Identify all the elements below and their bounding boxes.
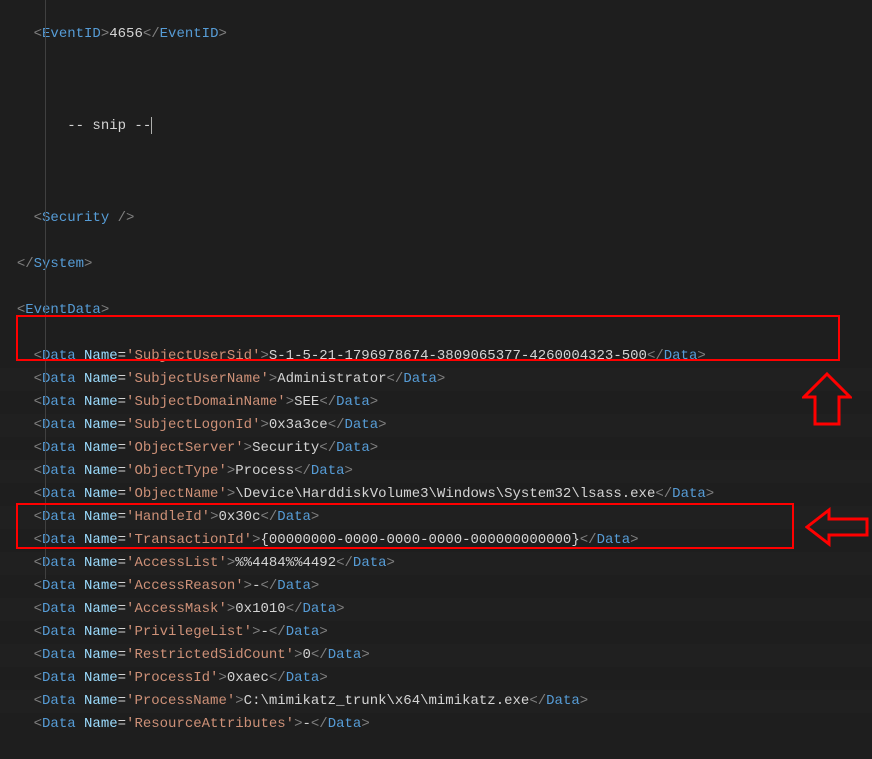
data-line-subjectlogonid: <Data Name='SubjectLogonId'>0x3a3ce</Dat… xyxy=(0,414,872,437)
line-security: <Security /> xyxy=(0,207,872,230)
line-blank2 xyxy=(0,161,872,184)
data-line-accesslist: <Data Name='AccessList'>%%4484%%4492</Da… xyxy=(0,552,872,575)
code-editor[interactable]: <EventID>4656</EventID> -- snip -- <Secu… xyxy=(0,0,872,759)
line-blank xyxy=(0,69,872,92)
data-line-resourceattributes: <Data Name='ResourceAttributes'>-</Data> xyxy=(0,713,872,736)
data-line-subjectusersid: <Data Name='SubjectUserSid'>S-1-5-21-179… xyxy=(0,345,872,368)
data-line-subjectdomainname: <Data Name='SubjectDomainName'>SEE</Data… xyxy=(0,391,872,414)
data-line-accessreason: <Data Name='AccessReason'>-</Data> xyxy=(0,575,872,598)
data-line-processname: <Data Name='ProcessName'>C:\mimikatz_tru… xyxy=(0,690,872,713)
text-cursor xyxy=(151,117,152,134)
data-line-restrictedsidcount: <Data Name='RestrictedSidCount'>0</Data> xyxy=(0,644,872,667)
line-eventdata-open: <EventData> xyxy=(0,299,872,322)
line-eventid: <EventID>4656</EventID> xyxy=(0,23,872,46)
data-line-privilegelist: <Data Name='PrivilegeList'>-</Data> xyxy=(0,621,872,644)
data-line-accessmask: <Data Name='AccessMask'>0x1010</Data> xyxy=(0,598,872,621)
line-system-close: </System> xyxy=(0,253,872,276)
data-line-subjectusername: <Data Name='SubjectUserName'>Administrat… xyxy=(0,368,872,391)
data-lines-container: <Data Name='SubjectUserSid'>S-1-5-21-179… xyxy=(0,345,872,736)
data-line-objecttype: <Data Name='ObjectType'>Process</Data> xyxy=(0,460,872,483)
data-line-processid: <Data Name='ProcessId'>0xaec</Data> xyxy=(0,667,872,690)
data-line-objectname: <Data Name='ObjectName'>\Device\Harddisk… xyxy=(0,483,872,506)
data-line-handleid: <Data Name='HandleId'>0x30c</Data> xyxy=(0,506,872,529)
data-line-transactionid: <Data Name='TransactionId'>{00000000-000… xyxy=(0,529,872,552)
line-snip: -- snip -- xyxy=(0,115,872,138)
data-line-objectserver: <Data Name='ObjectServer'>Security</Data… xyxy=(0,437,872,460)
